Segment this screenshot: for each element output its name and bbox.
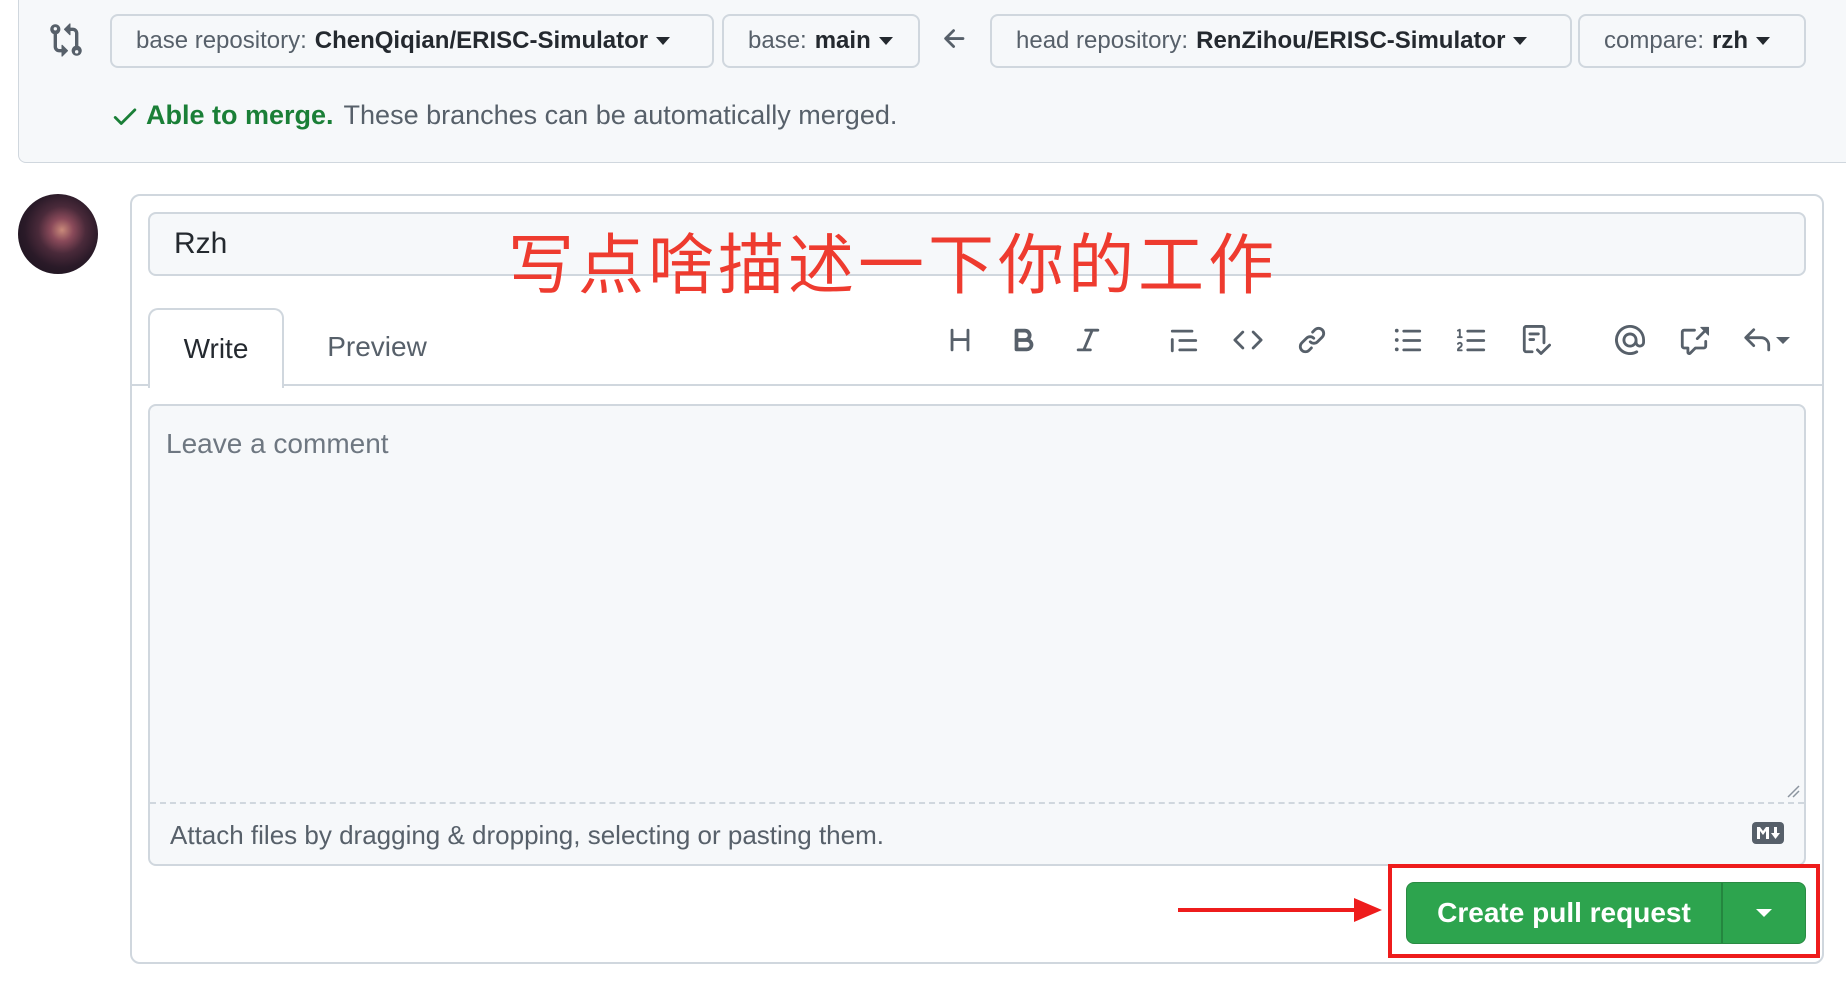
check-icon bbox=[113, 108, 137, 125]
attach-files-text[interactable]: Attach files by dragging & dropping, sel… bbox=[170, 820, 884, 851]
base-repository-value: ChenQiqian/ERISC-Simulator bbox=[314, 27, 649, 54]
create-pull-request-label[interactable]: Create pull request bbox=[1407, 883, 1723, 943]
base-branch-select[interactable]: base: main bbox=[722, 14, 920, 68]
resize-handle-icon[interactable] bbox=[1786, 784, 1800, 798]
annotation-text: 写点啥描述一下你的工作 bbox=[508, 227, 1278, 304]
caret-down-icon bbox=[1776, 336, 1790, 344]
merge-detail-text: These branches can be automatically merg… bbox=[343, 100, 898, 130]
git-compare-icon bbox=[50, 23, 82, 57]
caret-down-icon bbox=[1756, 909, 1772, 917]
red-arrow-icon bbox=[1178, 898, 1382, 922]
base-branch-label: base: bbox=[748, 27, 807, 54]
head-repository-select[interactable]: head repository: RenZihou/ERISC-Simulato… bbox=[990, 14, 1572, 68]
comment-placeholder: Leave a comment bbox=[166, 428, 389, 459]
ordered-list-icon[interactable] bbox=[1454, 322, 1490, 358]
arrow-left-icon bbox=[944, 29, 965, 48]
caret-down-icon bbox=[1513, 37, 1528, 45]
base-repository-label: base repository: bbox=[136, 27, 307, 54]
base-branch-value: main bbox=[814, 27, 871, 54]
italic-icon[interactable] bbox=[1070, 322, 1106, 358]
compare-branch-select[interactable]: compare: rzh bbox=[1578, 14, 1806, 68]
mention-icon[interactable] bbox=[1612, 322, 1648, 358]
link-icon[interactable] bbox=[1294, 322, 1330, 358]
create-options-dropdown[interactable] bbox=[1723, 883, 1805, 943]
caret-down-icon bbox=[1756, 37, 1771, 45]
attach-divider bbox=[150, 802, 1804, 804]
head-repository-value: RenZihou/ERISC-Simulator bbox=[1196, 27, 1506, 54]
create-pull-request-button[interactable]: Create pull request bbox=[1406, 882, 1806, 944]
caret-down-icon bbox=[878, 37, 893, 45]
caret-down-icon bbox=[656, 37, 671, 45]
markdown-icon[interactable] bbox=[1752, 822, 1784, 844]
bold-icon[interactable] bbox=[1006, 322, 1042, 358]
comment-textarea[interactable] bbox=[148, 404, 1806, 866]
reply-icon[interactable] bbox=[1742, 322, 1808, 358]
base-repository-select[interactable]: base repository: ChenQiqian/ERISC-Simula… bbox=[110, 14, 714, 68]
merge-status: Able to merge. These branches can be aut… bbox=[110, 100, 897, 131]
unordered-list-icon[interactable] bbox=[1390, 322, 1426, 358]
avatar[interactable] bbox=[18, 194, 98, 274]
head-repository-label: head repository: bbox=[1016, 27, 1189, 54]
quote-icon[interactable] bbox=[1166, 322, 1202, 358]
tab-preview[interactable]: Preview bbox=[300, 308, 454, 386]
compare-branch-value: rzh bbox=[1712, 27, 1749, 54]
merge-ok-text: Able to merge. bbox=[146, 100, 334, 130]
cross-reference-icon[interactable] bbox=[1676, 322, 1712, 358]
code-icon[interactable] bbox=[1230, 322, 1266, 358]
heading-icon[interactable] bbox=[942, 322, 978, 358]
compare-branch-label: compare: bbox=[1604, 27, 1705, 54]
tab-write[interactable]: Write bbox=[148, 308, 284, 388]
task-list-icon[interactable] bbox=[1518, 322, 1554, 358]
